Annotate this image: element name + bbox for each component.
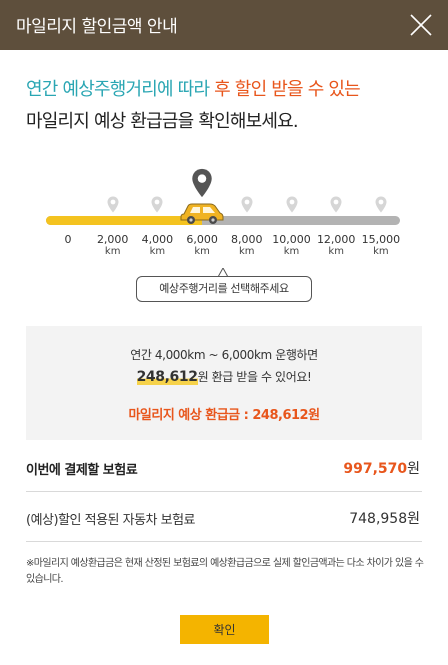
slider-tick-label: 0 bbox=[64, 233, 72, 246]
payment-premium-row: 이번에 결제할 보험료 997,570원 bbox=[26, 442, 422, 492]
mileage-slider[interactable]: 0 2,000 km 4,000 km 6,000 km 8,000 km 10,000 km 12,… bbox=[46, 168, 402, 264]
refund-suffix: 원 환급 받을 수 있어요! bbox=[197, 370, 312, 384]
location-pin-icon bbox=[286, 196, 297, 213]
slider-tick-label: 8,000 bbox=[231, 233, 263, 246]
location-pin-icon bbox=[241, 196, 253, 213]
slider-tick-label: 4,000 bbox=[141, 233, 174, 246]
confirm-button[interactable]: 확인 bbox=[180, 615, 269, 644]
refund-amount-highlight: 248,612 bbox=[136, 369, 198, 385]
refund-label: 마일리지 예상 환급금 : 248,612원 bbox=[128, 408, 320, 423]
slider-tick-label: 10,000 bbox=[272, 233, 311, 246]
location-pin-icon bbox=[330, 196, 342, 213]
refund-summary: 248,612원 환급 받을 수 있어요! bbox=[26, 368, 422, 385]
headline-orange-text: 후 할인 받을 수 있는 bbox=[214, 79, 361, 100]
slider-tick-label: 6,000 bbox=[186, 233, 218, 246]
payment-premium-value: 997,570원 bbox=[343, 458, 420, 478]
location-pin-icon bbox=[107, 196, 119, 213]
slider-track-fill bbox=[46, 216, 203, 225]
headline-teal-text: 연간 예상주행거리에 따라 bbox=[26, 79, 215, 100]
slider-tooltip: 예상주행거리를 선택해주세요 bbox=[136, 276, 312, 302]
headline-line2: 마일리지 예상 환급금을 확인해보세요. bbox=[26, 111, 299, 132]
headline-line1: 연간 예상주행거리에 따라 후 할인 받을 수 있는 bbox=[26, 74, 436, 106]
payment-premium-label: 이번에 결제할 보험료 bbox=[26, 463, 138, 478]
refund-info-box: 연간 4,000km ~ 6,000km 운행하면 248,612원 환급 받을… bbox=[26, 326, 422, 440]
dialog-title: 마일리지 할인금액 안내 bbox=[16, 17, 178, 37]
location-pin-icon bbox=[151, 196, 163, 213]
payment-premium-currency: 원 bbox=[407, 461, 420, 477]
slider-tick-label: 2,000 bbox=[96, 233, 129, 246]
payment-premium-amount: 997,570 bbox=[343, 461, 408, 477]
disclaimer-note: ※마일리지 예상환급금은 현재 산정된 보험료의 예상환급금으로 실제 할인금액… bbox=[26, 558, 424, 585]
dialog-header: 마일리지 할인금액 안내 bbox=[0, 0, 448, 50]
slider-tick-label: 15,000 bbox=[361, 233, 401, 246]
location-pin-icon bbox=[192, 168, 212, 198]
slider-tick-label: 12,000 bbox=[316, 233, 356, 246]
slider-tick-unit: km bbox=[373, 246, 389, 257]
close-icon[interactable] bbox=[408, 12, 434, 38]
headline: 연간 예상주행거리에 따라 후 할인 받을 수 있는 마일리지 예상 환급금을 … bbox=[26, 74, 436, 138]
car-icon[interactable] bbox=[180, 200, 224, 226]
location-pin-icon bbox=[375, 196, 387, 213]
driving-range-text: 연간 4,000km ~ 6,000km 운행하면 bbox=[130, 348, 318, 362]
discounted-premium-value: 748,958원 bbox=[349, 511, 420, 527]
discounted-premium-label: (예상)할인 적용된 자동차 보험료 bbox=[26, 513, 196, 528]
discounted-premium-row: (예상)할인 적용된 자동차 보험료 748,958원 bbox=[26, 492, 422, 542]
slider-tick-7[interactable]: 15,000 km bbox=[351, 234, 411, 258]
